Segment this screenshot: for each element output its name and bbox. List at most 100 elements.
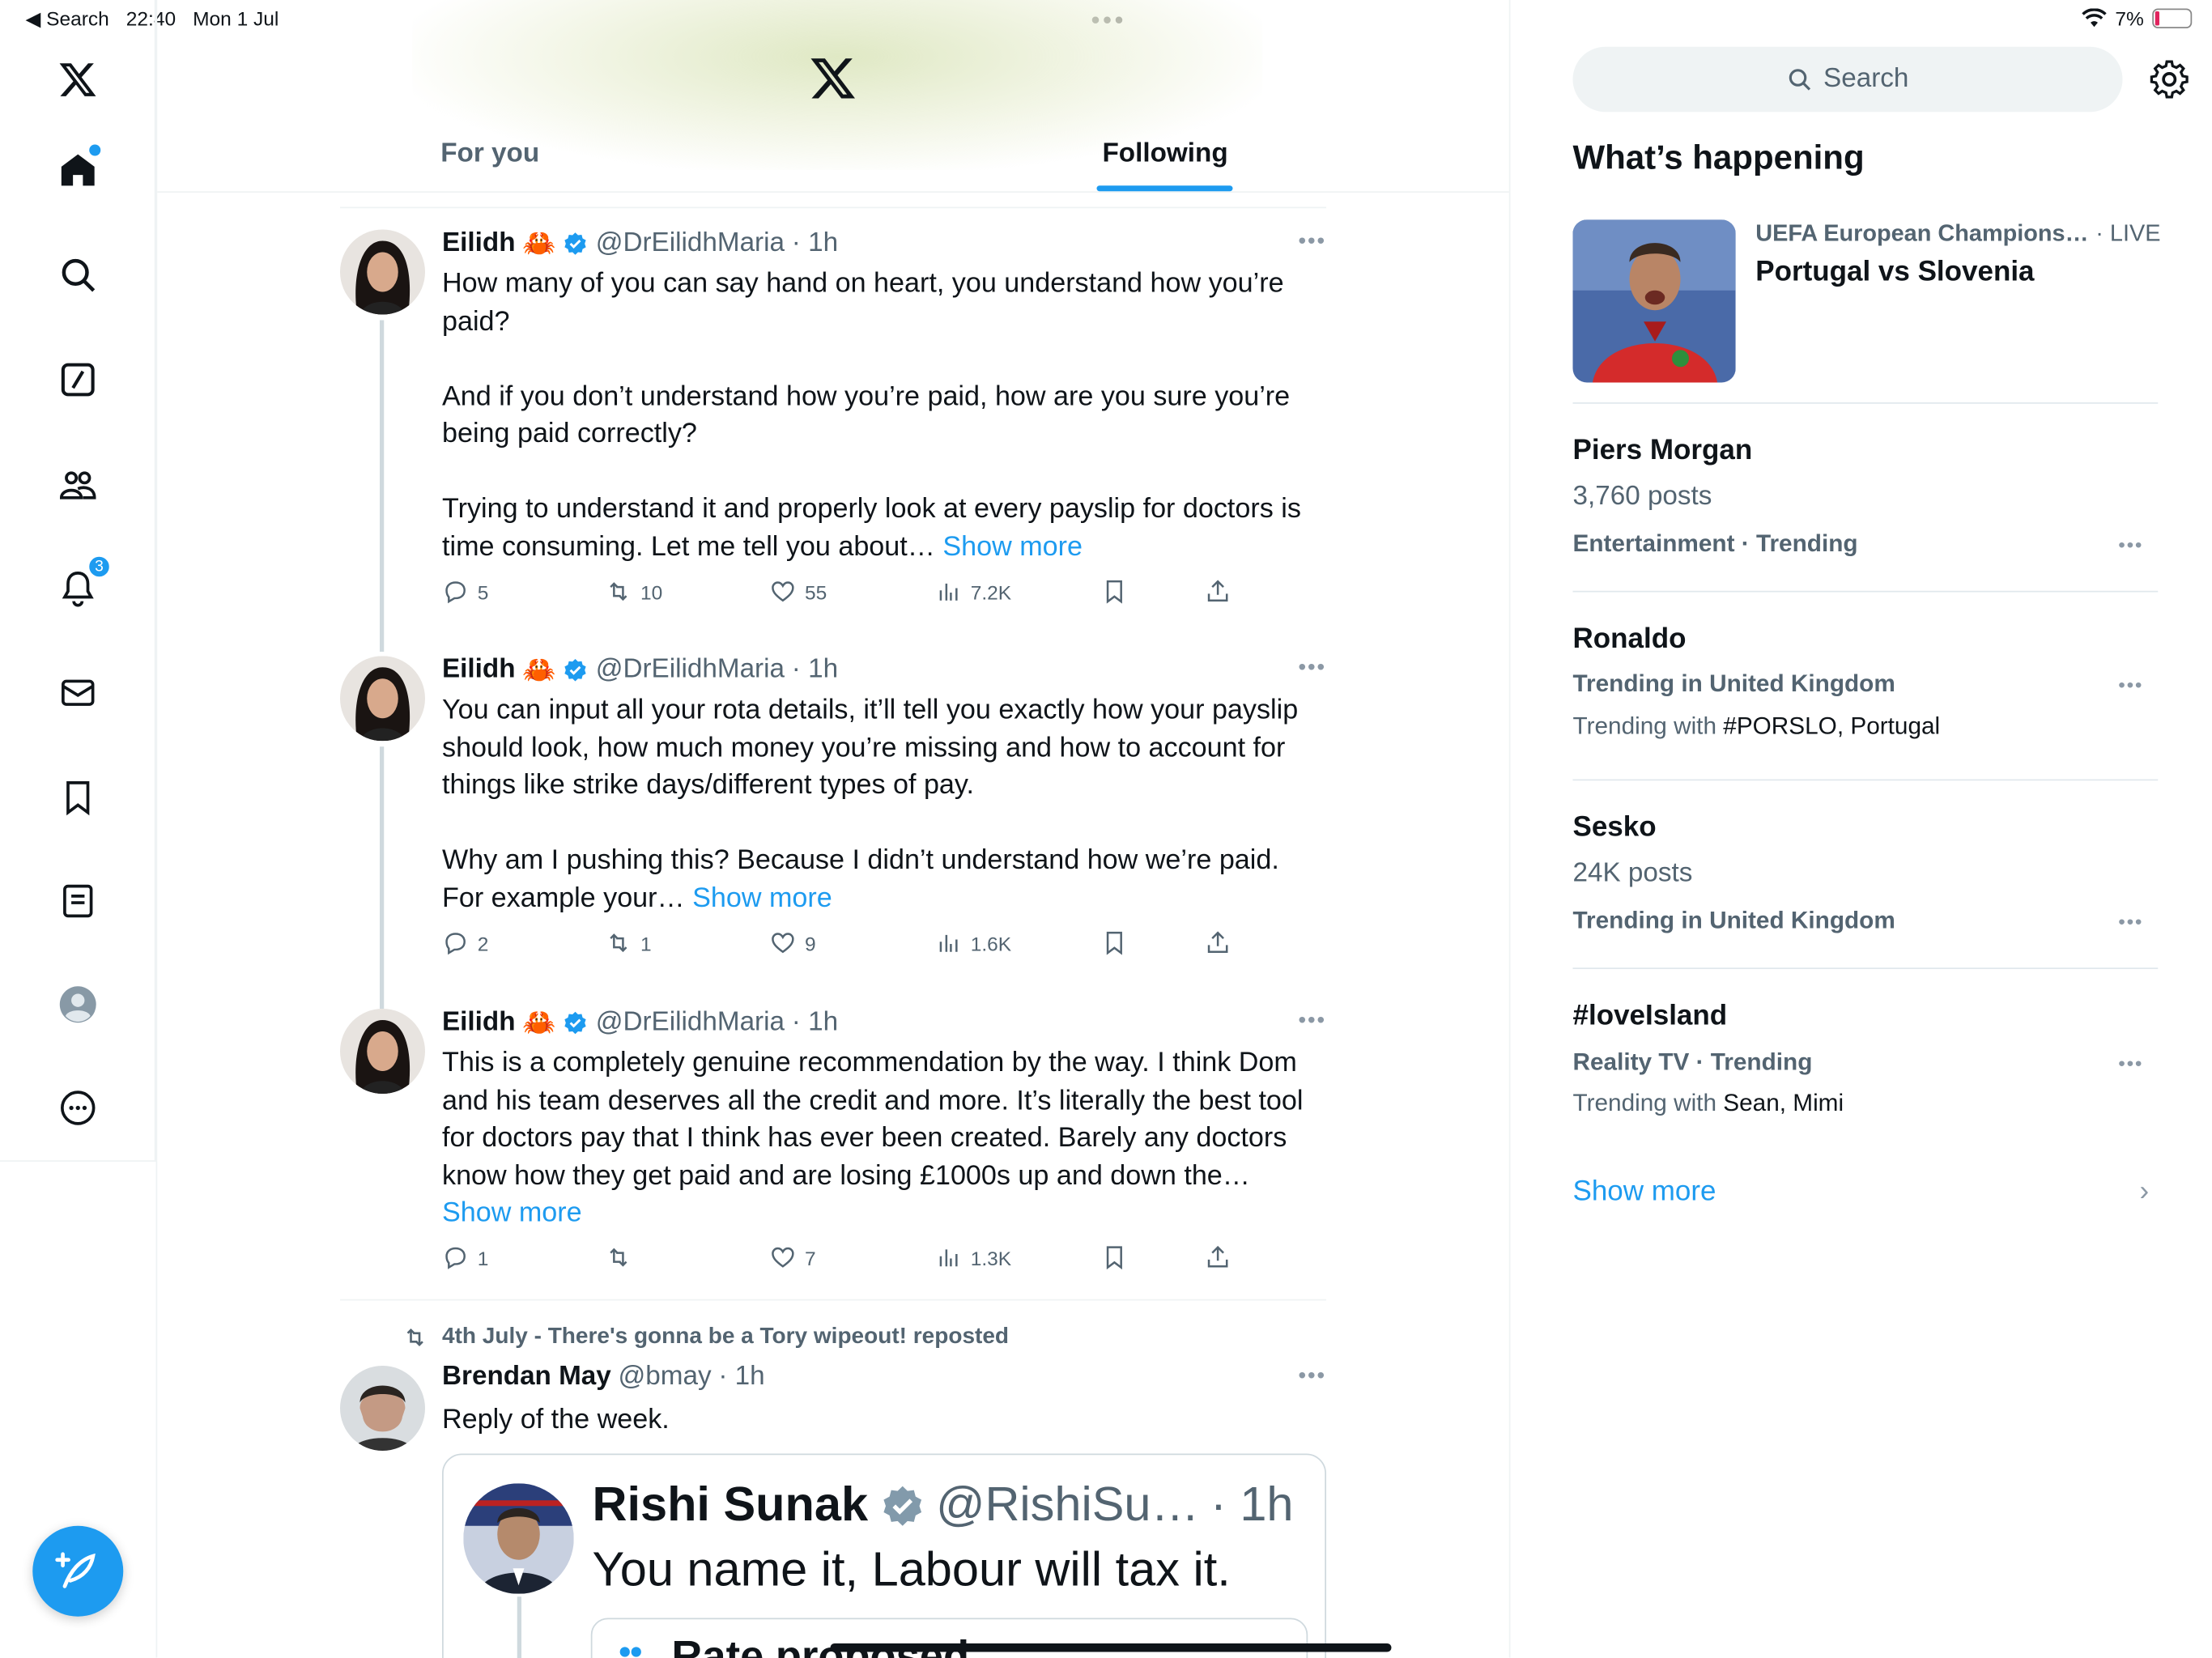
post-time: · 1h (718, 1361, 765, 1392)
compose-post-button[interactable] (32, 1525, 124, 1617)
x-logo-icon[interactable] (49, 51, 106, 108)
author-emoji: 🦀 (522, 1009, 556, 1039)
trend-featured-headline[interactable]: Portugal vs Slovenia (1755, 257, 2034, 289)
bookmark-icon (1106, 931, 1122, 955)
author-name[interactable]: Eilidh (442, 1007, 516, 1039)
tab-following[interactable]: Following (1103, 139, 1228, 171)
search-icon (1789, 69, 1810, 91)
repost-button[interactable]: 10 (605, 578, 662, 605)
show-more-link[interactable]: Show more (442, 1197, 582, 1229)
bookmark-button[interactable] (1101, 1244, 1128, 1271)
post-more-icon[interactable]: ••• (1298, 1364, 1326, 1390)
like-button[interactable]: 55 (769, 578, 827, 605)
author-name[interactable]: Eilidh (442, 655, 516, 687)
bookmark-button[interactable] (1101, 929, 1128, 956)
trend-title[interactable]: #loveIsland (1573, 1001, 1728, 1033)
like-button[interactable]: 7 (769, 1244, 816, 1271)
trend-more-icon[interactable]: ••• (2118, 1052, 2143, 1074)
verified-badge-icon (565, 658, 587, 682)
trend-title[interactable]: Sesko (1573, 812, 1657, 844)
trend-title[interactable]: Piers Morgan (1573, 435, 1753, 467)
post-text: This is a completely genuine recommendat… (442, 1047, 1311, 1229)
views-button[interactable]: 1.6K (935, 929, 1011, 956)
quote-author-handle: @RishiSu… (936, 1477, 1199, 1532)
post-more-icon[interactable]: ••• (1298, 230, 1326, 256)
whats-happening-title: What’s happening (1572, 138, 1865, 177)
embedded-image[interactable]: Rishi Sunak @RishiSu… · 1h ••• You name … (442, 1453, 1326, 1658)
share-button[interactable] (1205, 929, 1231, 956)
share-icon (1207, 1245, 1228, 1268)
tweet[interactable]: Eilidh 🦀 @DrEilidhMaria · 1h ••• This is… (340, 1006, 1326, 1290)
tweet[interactable]: Brendan May @bmay · 1h ••• Reply of the … (340, 1362, 1326, 1461)
reply-icon (445, 933, 466, 955)
verified-badge-icon (883, 1485, 921, 1525)
trend-category: Entertainment · Trending (1572, 529, 1858, 557)
communities-icon[interactable] (49, 457, 106, 513)
author-name[interactable]: Brendan May (442, 1362, 611, 1393)
home-indicator[interactable] (830, 1643, 1392, 1652)
post-more-icon[interactable]: ••• (1298, 1009, 1326, 1035)
side-nav: 3 (0, 0, 156, 1162)
tab-for-you[interactable]: For you (440, 139, 539, 171)
trend-more-icon[interactable]: ••• (2118, 533, 2143, 555)
reply-button[interactable]: 2 (442, 929, 488, 956)
tweet[interactable]: Eilidh 🦀 @DrEilidhMaria · 1h ••• You can… (340, 653, 1326, 1009)
chevron-right-icon[interactable]: › (2140, 1176, 2150, 1209)
active-tab-indicator (1096, 185, 1233, 192)
trend-image[interactable] (1572, 219, 1736, 383)
settings-gear-icon[interactable] (2150, 60, 2189, 100)
author-handle[interactable]: @DrEilidhMaria (596, 228, 785, 260)
views-button[interactable]: 1.3K (935, 1244, 1011, 1271)
avatar[interactable] (340, 229, 425, 315)
reply-button[interactable]: 1 (442, 1244, 488, 1271)
repost-icon (406, 1328, 423, 1347)
show-more-link[interactable]: Show more (942, 530, 1083, 562)
repost-button[interactable]: 1 (605, 929, 652, 956)
lists-icon[interactable] (49, 873, 106, 929)
bookmarks-icon[interactable] (49, 769, 106, 826)
repost-button[interactable] (605, 1244, 640, 1271)
verified-badge-icon (565, 1011, 587, 1035)
wifi-icon (2081, 8, 2107, 28)
search-input[interactable]: Search (1572, 46, 2123, 113)
trend-more-icon[interactable]: ••• (2118, 910, 2143, 933)
quote-text: You name it, Labour will tax it. (592, 1542, 1231, 1597)
grok-icon[interactable] (49, 351, 106, 408)
trend-title[interactable]: Ronaldo (1573, 623, 1687, 656)
trend-related: Trending with Sean, Mimi (1572, 1089, 1844, 1116)
tweet[interactable]: Eilidh 🦀 @DrEilidhMaria · 1h ••• How man… (340, 227, 1326, 652)
avatar[interactable] (340, 1009, 425, 1094)
author-name[interactable]: Eilidh (442, 228, 516, 260)
bookmark-button[interactable] (1101, 578, 1128, 605)
messages-icon[interactable] (49, 665, 106, 721)
author-handle[interactable]: @DrEilidhMaria (596, 655, 785, 687)
author-handle[interactable]: @DrEilidhMaria (596, 1007, 785, 1039)
share-button[interactable] (1205, 1244, 1231, 1271)
trends-show-more-link[interactable]: Show more (1573, 1176, 1716, 1209)
views-button[interactable]: 7.2K (935, 578, 1011, 605)
share-button[interactable] (1205, 578, 1231, 605)
notifications-bell-icon[interactable]: 3 (49, 554, 113, 616)
like-button[interactable]: 9 (769, 929, 816, 956)
repost-context[interactable]: 4th July - There's gonna be a Tory wipeo… (402, 1324, 1009, 1350)
more-options-icon[interactable] (49, 1080, 106, 1137)
reply-button[interactable]: 5 (442, 578, 488, 605)
explore-search-icon[interactable] (49, 247, 106, 304)
post-more-icon[interactable]: ••• (1298, 656, 1326, 682)
right-divider (1508, 0, 1511, 1658)
trend-more-icon[interactable]: ••• (2118, 673, 2143, 695)
avatar[interactable] (340, 1366, 425, 1451)
author-handle[interactable]: @bmay (619, 1362, 712, 1393)
trend-live-badge: · LIVE (2095, 221, 2161, 247)
views-chart-icon (939, 1249, 958, 1267)
verified-badge-icon (565, 232, 587, 255)
post-text: Reply of the week. (442, 1404, 670, 1435)
show-more-link[interactable]: Show more (692, 882, 832, 913)
bookmark-icon (1106, 580, 1122, 604)
avatar[interactable] (340, 656, 425, 742)
home-icon[interactable] (49, 142, 106, 198)
profile-avatar-icon[interactable] (49, 976, 106, 1033)
share-icon (1207, 580, 1228, 602)
notifications-badge: 3 (86, 554, 113, 580)
post-time: · 1h (791, 1007, 839, 1037)
